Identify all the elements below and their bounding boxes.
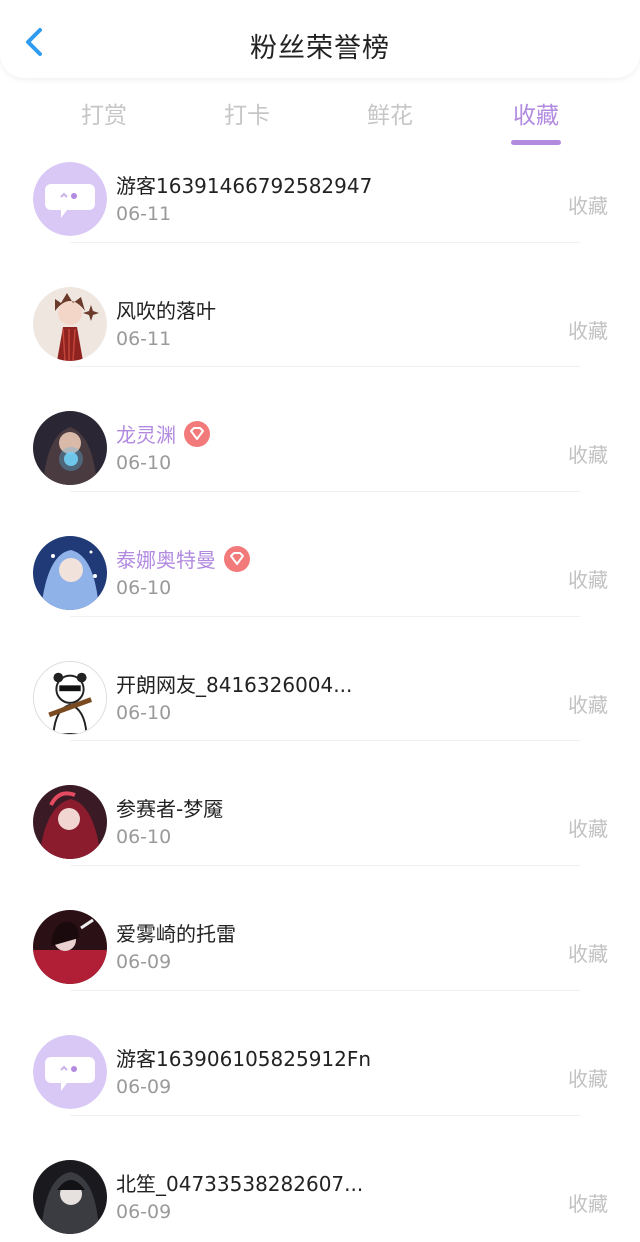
avatar[interactable] <box>33 411 107 486</box>
tab-checkin[interactable]: 打卡 <box>197 96 297 130</box>
avatar[interactable] <box>33 660 107 735</box>
tab-bar: 打赏 打卡 鲜花 收藏 <box>0 80 640 160</box>
date-label: 06-10 <box>116 577 172 600</box>
date-label: 06-11 <box>116 203 172 225</box>
avatar[interactable] <box>33 162 107 236</box>
list-item[interactable]: 游客163906105825912Fn 06-09 收藏 <box>0 991 640 1116</box>
dark-anime-avatar-icon <box>33 411 107 486</box>
tab-reward[interactable]: 打赏 <box>54 96 154 130</box>
list-item[interactable]: 爱雾崎的托雷 06-09 收藏 <box>0 866 640 991</box>
default-chat-avatar-icon <box>33 1034 107 1109</box>
panda-meme-avatar-icon <box>34 661 106 734</box>
user-name: 开朗网友_8416326004... <box>116 672 353 697</box>
tab-underline <box>511 140 561 145</box>
favorite-label: 收藏 <box>568 194 608 218</box>
date-label: 06-09 <box>116 1075 172 1098</box>
avatar[interactable] <box>33 1034 107 1109</box>
user-name: 风吹的落叶 <box>116 298 216 323</box>
list-item[interactable]: 参赛者-梦魇 06-10 收藏 <box>0 741 640 866</box>
user-name: 爱雾崎的托雷 <box>116 922 236 947</box>
avatar[interactable] <box>33 536 107 611</box>
blue-anime-avatar-icon <box>33 536 107 611</box>
user-name: 游客163914667925829​47 <box>116 174 373 198</box>
favorite-label: 收藏 <box>568 692 608 717</box>
diamond-badge-icon <box>184 420 210 447</box>
date-label: 06-10 <box>116 701 172 724</box>
date-label: 06-09 <box>116 951 172 974</box>
tab-favorites[interactable]: 收藏 <box>486 96 586 145</box>
list-item[interactable]: 北笙_04733538282607... 06-09 收藏 <box>0 1116 640 1241</box>
red-anime-avatar-icon <box>33 785 107 860</box>
tab-label: 打卡 <box>224 103 270 129</box>
favorite-label: 收藏 <box>568 1191 608 1216</box>
avatar[interactable] <box>33 286 107 361</box>
tab-label: 收藏 <box>513 103 559 129</box>
favorite-label: 收藏 <box>568 817 608 842</box>
dark-girl-avatar-icon <box>33 1159 107 1234</box>
user-name: 龙灵渊 <box>116 419 210 448</box>
top-bar: 粉丝荣誉榜 <box>0 0 640 78</box>
tab-label: 打赏 <box>81 103 127 129</box>
crimson-anime-avatar-icon <box>33 910 107 985</box>
favorite-label: 收藏 <box>568 568 608 593</box>
date-label: 06-10 <box>116 826 172 849</box>
user-name: 北笙_04733538282607... <box>116 1171 364 1196</box>
favorite-label: 收藏 <box>568 1066 608 1091</box>
page-title: 粉丝荣誉榜 <box>250 33 390 64</box>
default-chat-avatar-icon <box>33 162 107 236</box>
tab-label: 鲜花 <box>367 103 413 129</box>
favorite-label: 收藏 <box>568 942 608 967</box>
date-label: 06-10 <box>116 452 172 475</box>
list-item[interactable]: 开朗网友_8416326004... 06-10 收藏 <box>0 617 640 742</box>
date-label: 06-09 <box>116 1200 172 1223</box>
user-name: 游客163906105825912Fn <box>116 1046 372 1071</box>
avatar[interactable] <box>33 1159 107 1234</box>
diamond-badge-icon <box>224 545 250 572</box>
favorite-label: 收藏 <box>568 443 608 468</box>
avatar[interactable] <box>33 910 107 985</box>
list-item[interactable]: 龙灵渊 06-10 收藏 <box>0 367 640 492</box>
user-name: 参赛者-梦魇 <box>116 797 224 822</box>
favorite-label: 收藏 <box>568 318 608 343</box>
list-item[interactable]: 泰娜奥特曼 06-10 收藏 <box>0 492 640 617</box>
avatar[interactable] <box>33 785 107 860</box>
date-label: 06-11 <box>116 327 172 350</box>
fan-list[interactable]: 游客163914667925829​47 06-11 收藏 风吹的落叶 06-1… <box>0 160 640 1242</box>
list-item[interactable]: 风吹的落叶 06-11 收藏 <box>0 243 640 368</box>
user-name: 泰娜奥特曼 <box>116 544 250 573</box>
list-item[interactable]: 游客163914667925829​47 06-11 收藏 <box>0 160 640 243</box>
anime-girl-avatar-icon <box>33 286 107 361</box>
tab-flowers[interactable]: 鲜花 <box>340 96 440 130</box>
